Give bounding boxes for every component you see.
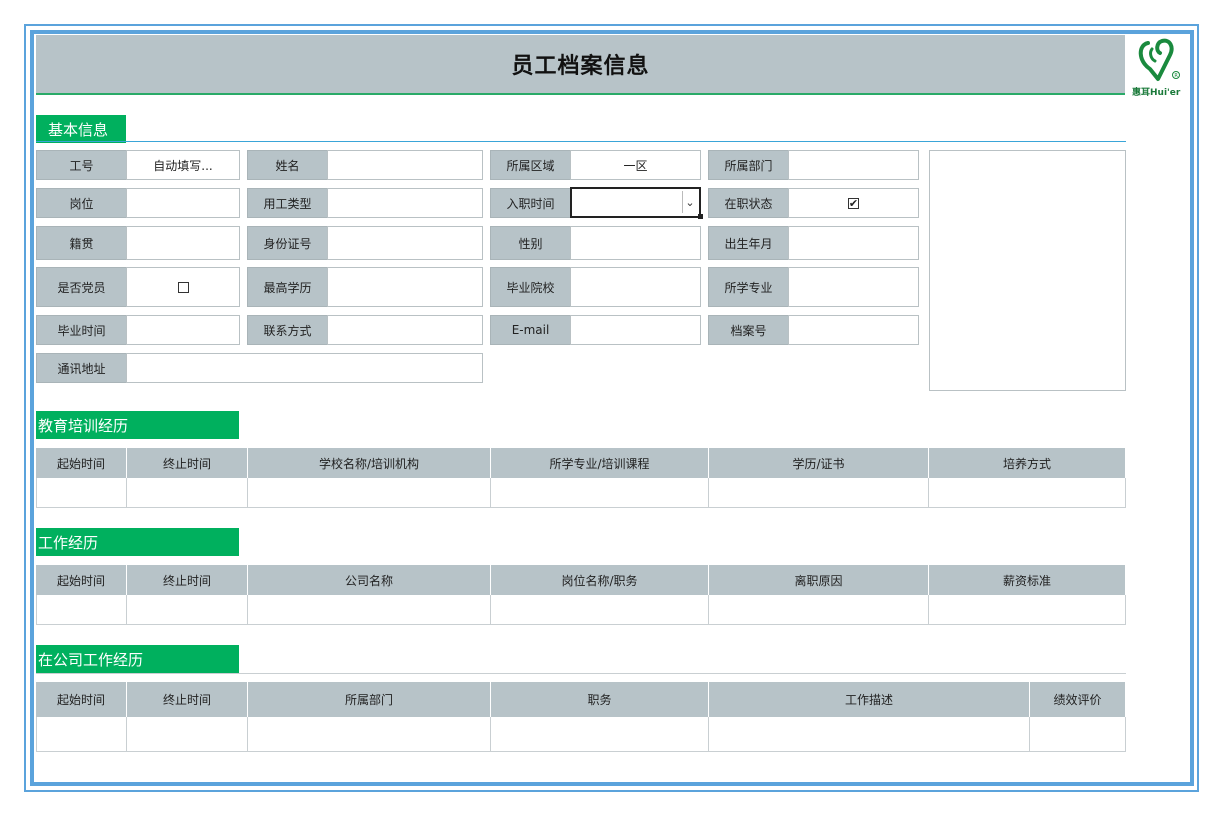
party-member-checkbox[interactable] <box>177 281 189 293</box>
label-native-place: 籍贯 <box>36 226 127 260</box>
work-history-cell-5[interactable] <box>929 595 1126 625</box>
name-field[interactable] <box>327 150 483 180</box>
work-history-cell-0[interactable] <box>36 595 127 625</box>
company-history-header-4: 工作描述 <box>709 682 1030 717</box>
hire-date-dropdown[interactable]: ⌄ <box>570 187 701 218</box>
school-field[interactable] <box>570 267 701 307</box>
position-field[interactable] <box>126 188 240 218</box>
label-email: E-mail <box>490 315 571 345</box>
label-major: 所学专业 <box>708 267 789 307</box>
company-history-header-5: 绩效评价 <box>1030 682 1126 717</box>
education-history-cell-5[interactable] <box>929 478 1126 508</box>
email-field[interactable] <box>570 315 701 345</box>
employee-id-field[interactable]: 自动填写... <box>126 150 240 180</box>
education-history-header-4: 学历/证书 <box>709 448 929 478</box>
education-history-header-2: 学校名称/培训机构 <box>248 448 491 478</box>
company-history-header-0: 起始时间 <box>36 682 127 717</box>
chevron-down-icon[interactable]: ⌄ <box>682 191 697 213</box>
id-number-field[interactable] <box>327 226 483 260</box>
work-history-header-5: 薪资标准 <box>929 565 1126 595</box>
work-history-header-4: 离职原因 <box>709 565 929 595</box>
label-department: 所属部门 <box>708 150 789 180</box>
region-field[interactable]: 一区 <box>570 150 701 180</box>
company-history-cell-1[interactable] <box>127 717 248 752</box>
education-history-header-0: 起始时间 <box>36 448 127 478</box>
section-company-heading: 在公司工作经历 <box>36 645 239 673</box>
department-field[interactable] <box>788 150 919 180</box>
education-history-header-3: 所学专业/培训课程 <box>491 448 709 478</box>
section-work-heading: 工作经历 <box>36 528 239 556</box>
logo-text: 惠耳Hui'er <box>1132 88 1181 98</box>
label-contact: 联系方式 <box>247 315 328 345</box>
education-history-cell-0[interactable] <box>36 478 127 508</box>
work-history-cell-2[interactable] <box>248 595 491 625</box>
contact-field[interactable] <box>327 315 483 345</box>
label-education: 最高学历 <box>247 267 328 307</box>
label-employee-id: 工号 <box>36 150 127 180</box>
work-history-cell-1[interactable] <box>127 595 248 625</box>
education-history-header-5: 培养方式 <box>929 448 1126 478</box>
company-history-cell-4[interactable] <box>709 717 1030 752</box>
active-status-checkbox[interactable]: ✔ <box>848 197 859 209</box>
work-history-header-3: 岗位名称/职务 <box>491 565 709 595</box>
page-title: 员工档案信息 <box>511 54 650 79</box>
company-history-cell-5[interactable] <box>1030 717 1126 752</box>
education-field[interactable] <box>327 267 483 307</box>
label-name: 姓名 <box>247 150 328 180</box>
education-history-cell-3[interactable] <box>491 478 709 508</box>
company-history-cell-3[interactable] <box>491 717 709 752</box>
education-history-cell-2[interactable] <box>248 478 491 508</box>
label-position: 岗位 <box>36 188 127 218</box>
address-field[interactable] <box>126 353 483 383</box>
label-graduation-date: 毕业时间 <box>36 315 127 345</box>
label-hire-date: 入职时间 <box>490 188 571 218</box>
work-history-cell-3[interactable] <box>491 595 709 625</box>
svg-text:R: R <box>1174 73 1178 79</box>
section-education-heading: 教育培训经历 <box>36 411 239 439</box>
label-address: 通讯地址 <box>36 353 127 383</box>
company-history-cell-0[interactable] <box>36 717 127 752</box>
gender-field[interactable] <box>570 226 701 260</box>
education-history-cell-1[interactable] <box>127 478 248 508</box>
native-place-field[interactable] <box>126 226 240 260</box>
work-history-header-0: 起始时间 <box>36 565 127 595</box>
label-party-member: 是否党员 <box>36 267 127 307</box>
label-active-status: 在职状态 <box>708 188 789 218</box>
work-history-header-1: 终止时间 <box>127 565 248 595</box>
education-history-header-1: 终止时间 <box>127 448 248 478</box>
major-field[interactable] <box>788 267 919 307</box>
file-number-field[interactable] <box>788 315 919 345</box>
label-employment-type: 用工类型 <box>247 188 328 218</box>
company-history-cell-2[interactable] <box>248 717 491 752</box>
photo-box[interactable] <box>929 150 1126 391</box>
company-history-header-1: 终止时间 <box>127 682 248 717</box>
company-history-header-2: 所属部门 <box>248 682 491 717</box>
resize-handle[interactable] <box>698 214 703 219</box>
education-history-cell-4[interactable] <box>709 478 929 508</box>
section-company-line <box>36 673 1126 674</box>
birth-date-field[interactable] <box>788 226 919 260</box>
label-birth-date: 出生年月 <box>708 226 789 260</box>
party-member-cell <box>126 267 240 307</box>
label-region: 所属区域 <box>490 150 571 180</box>
graduation-date-field[interactable] <box>126 315 240 345</box>
label-file-number: 档案号 <box>708 315 789 345</box>
label-school: 毕业院校 <box>490 267 571 307</box>
company-history-header-3: 职务 <box>491 682 709 717</box>
work-history-cell-4[interactable] <box>709 595 929 625</box>
employment-type-field[interactable] <box>327 188 483 218</box>
label-gender: 性别 <box>490 226 571 260</box>
active-status-cell: ✔ <box>788 188 919 218</box>
section-basic-line <box>36 141 1126 142</box>
label-id-number: 身份证号 <box>247 226 328 260</box>
work-history-header-2: 公司名称 <box>248 565 491 595</box>
title-bar: 员工档案信息 <box>36 35 1125 95</box>
section-basic-heading: 基本信息 <box>36 115 126 143</box>
